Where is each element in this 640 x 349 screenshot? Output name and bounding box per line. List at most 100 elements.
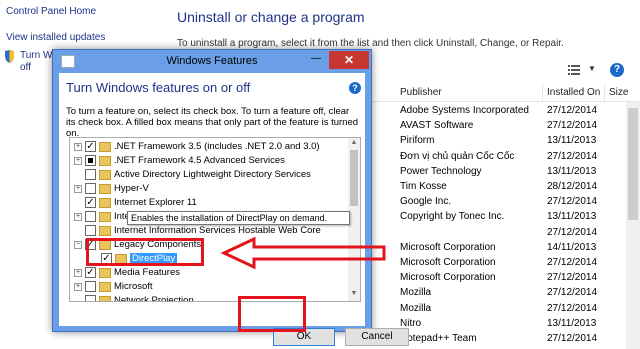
tree-scrollbar-thumb[interactable]	[350, 150, 358, 206]
dialog-heading: Turn Windows features on or off	[66, 80, 251, 95]
installed-on-cell: 27/12/2014	[547, 287, 598, 299]
feature-checkbox[interactable]: ✓	[85, 141, 96, 152]
column-installed-on[interactable]: Installed On	[547, 87, 600, 98]
feature-label[interactable]: Active Directory Lightweight Directory S…	[114, 169, 311, 180]
turn-windows-features-link-cont[interactable]: off	[20, 62, 31, 73]
feature-item[interactable]: + Hyper-V	[70, 182, 350, 196]
feature-checkbox[interactable]: ✓	[85, 197, 96, 208]
feature-item[interactable]: Active Directory Lightweight Directory S…	[70, 168, 350, 182]
publisher-cell: Notepad++ Team	[400, 333, 477, 344]
minimize-icon[interactable]: —	[306, 53, 326, 67]
table-row[interactable]: Adobe Systems Incorporated 27/12/2014	[372, 103, 640, 119]
control-panel-home-link[interactable]: Control Panel Home	[6, 6, 96, 17]
folder-icon	[99, 212, 111, 222]
feature-checkbox[interactable]	[85, 183, 96, 194]
installed-on-cell: 13/11/2013	[547, 211, 597, 223]
installed-on-cell: 28/12/2014	[547, 181, 598, 192]
table-row[interactable]: Mozilla 27/12/2014	[372, 301, 640, 317]
folder-icon	[99, 282, 111, 292]
feature-label[interactable]: Microsoft	[114, 281, 153, 292]
expand-icon[interactable]: +	[74, 213, 82, 221]
list-scrollbar-thumb[interactable]	[628, 108, 638, 220]
expand-icon[interactable]: +	[74, 269, 82, 277]
feature-checkbox[interactable]	[85, 281, 96, 292]
view-options-icon[interactable]	[568, 65, 580, 75]
installed-on-cell: 27/12/2014	[547, 120, 598, 132]
table-row[interactable]: Power Technology 13/11/2013	[372, 164, 640, 180]
table-row[interactable]: Microsoft Corporation 27/12/2014	[372, 270, 640, 286]
close-button[interactable]: ✕	[329, 51, 369, 69]
feature-label[interactable]: .NET Framework 3.5 (includes .NET 2.0 an…	[114, 141, 320, 152]
folder-icon	[99, 226, 111, 236]
table-row[interactable]: Notepad++ Team 27/12/2014	[372, 331, 640, 347]
feature-label[interactable]: Media Features	[114, 267, 180, 278]
feature-label[interactable]: Internet Explorer 11	[114, 197, 197, 208]
table-row[interactable]: Piriform 13/11/2013	[372, 133, 640, 149]
publisher-cell: Tim Kosse	[400, 181, 447, 192]
installed-on-cell: 14/11/2013	[547, 241, 597, 253]
feature-checkbox[interactable]: ✓	[85, 267, 96, 278]
windows-features-dialog: Windows Features — ✕ Turn Windows featur…	[52, 49, 409, 346]
installed-on-cell: 13/11/2013	[547, 165, 597, 177]
feature-item[interactable]: + .NET Framework 4.5 Advanced Services	[70, 154, 350, 168]
feature-checkbox[interactable]	[85, 295, 96, 301]
feature-item[interactable]: Network Projection	[70, 294, 350, 301]
installed-on-cell: 27/12/2014	[547, 302, 598, 314]
installed-on-cell: 27/12/2014	[547, 226, 598, 238]
column-size[interactable]: Size	[609, 87, 628, 98]
installed-on-cell: 27/12/2014	[547, 257, 598, 268]
table-row[interactable]: Mozilla 27/12/2014	[372, 285, 640, 301]
dialog-titlebar[interactable]: Windows Features — ✕	[53, 50, 371, 73]
publisher-cell: Google Inc.	[400, 196, 452, 208]
expand-icon[interactable]: +	[74, 143, 82, 151]
shield-icon	[5, 50, 14, 63]
publisher-cell: Mozilla	[400, 302, 432, 314]
feature-item[interactable]: + ✓ .NET Framework 3.5 (includes .NET 2.0 …	[70, 140, 350, 154]
feature-label[interactable]: Hyper-V	[114, 183, 149, 194]
view-installed-updates-link[interactable]: View installed updates	[6, 32, 105, 43]
scroll-up-icon[interactable]: ▲	[348, 139, 360, 149]
publisher-cell: Microsoft Corporation	[400, 241, 496, 253]
feature-item[interactable]: + Microsoft	[70, 280, 350, 294]
table-row[interactable]: 27/12/2014	[372, 225, 640, 241]
help-icon[interactable]: ?	[610, 63, 624, 77]
expand-icon[interactable]: +	[74, 185, 82, 193]
feature-checkbox[interactable]	[85, 155, 96, 166]
table-row[interactable]: AVAST Software 27/12/2014	[372, 118, 640, 134]
publisher-cell: Adobe Systems Incorporated	[400, 105, 529, 116]
feature-label[interactable]: .NET Framework 4.5 Advanced Services	[114, 155, 285, 166]
table-row[interactable]: Đơn vị chủ quản Cốc Cốc 27/12/2014	[372, 149, 640, 165]
feature-item[interactable]: ✓ Internet Explorer 11	[70, 196, 350, 210]
table-row[interactable]: Microsoft Corporation 27/12/2014	[372, 255, 640, 271]
program-list-header: Publisher Installed On Size	[372, 84, 640, 102]
column-divider	[542, 84, 543, 102]
expand-icon[interactable]: +	[74, 283, 82, 291]
feature-checkbox[interactable]	[85, 169, 96, 180]
table-row[interactable]: Tim Kosse 28/12/2014	[372, 179, 640, 195]
publisher-cell: Copyright by Tonec Inc.	[400, 211, 505, 223]
column-publisher[interactable]: Publisher	[400, 87, 442, 98]
folder-icon	[99, 198, 111, 208]
table-row[interactable]: Copyright by Tonec Inc. 13/11/2013	[372, 209, 640, 225]
installed-on-cell: 13/11/2013	[547, 317, 597, 329]
cancel-button[interactable]: Cancel	[345, 328, 409, 346]
scroll-down-icon[interactable]: ▼	[348, 290, 360, 300]
view-dropdown-caret-icon[interactable]: ▼	[588, 64, 596, 73]
publisher-cell: Power Technology	[400, 165, 482, 177]
red-arrow-icon	[220, 236, 386, 270]
table-row[interactable]: Microsoft Corporation 14/11/2013	[372, 240, 640, 256]
folder-icon	[99, 184, 111, 194]
expand-icon[interactable]: +	[74, 157, 82, 165]
collapse-icon[interactable]: −	[74, 241, 82, 249]
feature-label[interactable]: Internet Information Services Hostable W…	[114, 225, 321, 236]
publisher-cell: Mozilla	[400, 287, 432, 299]
feature-label[interactable]: Network Projection	[114, 295, 194, 301]
table-row[interactable]: Google Inc. 27/12/2014	[372, 194, 640, 210]
table-row[interactable]: Nitro 13/11/2013	[372, 316, 640, 332]
column-divider	[604, 84, 605, 102]
feature-checkbox[interactable]	[85, 225, 96, 236]
turn-windows-features-link[interactable]: Turn W	[20, 50, 52, 61]
dialog-help-icon[interactable]: ?	[349, 82, 361, 94]
publisher-cell: Piriform	[400, 135, 435, 147]
feature-checkbox[interactable]	[85, 211, 96, 222]
